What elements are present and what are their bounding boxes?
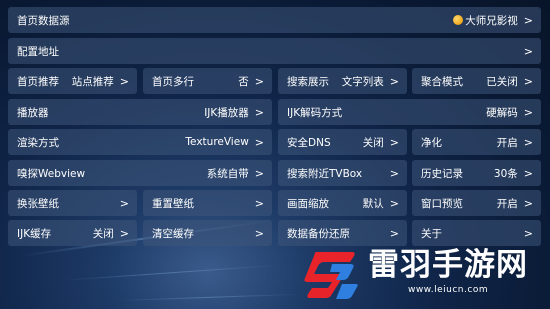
chevron-right-icon: > — [523, 105, 533, 119]
settings-row-2: 配置地址 > — [8, 38, 541, 64]
picture-scale-setting[interactable]: 画面缩放 默认 > — [278, 190, 407, 216]
picture-scale-value: 默认 — [362, 197, 384, 210]
secure-dns-label: 安全DNS — [287, 136, 331, 149]
chevron-right-icon: > — [523, 166, 533, 180]
secure-dns-setting[interactable]: 安全DNS 关闭 > — [278, 129, 407, 155]
history-value: 30条 — [493, 167, 518, 180]
watermark-title: 雷羽手游网 — [368, 247, 528, 283]
reset-wallpaper-label: 重置壁纸 — [152, 197, 194, 210]
about-setting[interactable]: 关于 > — [412, 220, 541, 246]
chevron-right-icon: > — [523, 13, 533, 27]
purify-label: 净化 — [421, 136, 442, 149]
sniff-webview-label: 嗅探Webview — [17, 167, 86, 180]
settings-row-6: 嗅探Webview 系统自带 > 搜索附近TVBox > 历史记录 30条 > — [8, 160, 541, 186]
search-nearby-tvbox-setting[interactable]: 搜索附近TVBox > — [278, 160, 407, 186]
settings-row-8: IJK缓存 关闭 > 清空缓存 > 数据备份还原 > 关于 > — [8, 220, 541, 246]
change-wallpaper-setting[interactable]: 换张壁纸 > — [8, 190, 137, 216]
chevron-right-icon: > — [254, 166, 264, 180]
clear-cache-label: 清空缓存 — [152, 227, 194, 240]
render-mode-label: 渲染方式 — [17, 136, 59, 149]
sniff-webview-value: 系统自带 — [206, 167, 249, 180]
aggregate-mode-label: 聚合模式 — [421, 75, 463, 88]
window-preview-label: 窗口预览 — [421, 197, 463, 210]
search-nearby-tvbox-label: 搜索附近TVBox — [287, 167, 363, 180]
watermark-url: www.leiucn.com — [408, 285, 489, 295]
chevron-right-icon: > — [389, 226, 399, 240]
sniff-webview-setting[interactable]: 嗅探Webview 系统自带 > — [8, 160, 272, 186]
backup-restore-label: 数据备份还原 — [287, 227, 350, 240]
chevron-right-icon: > — [254, 226, 264, 240]
home-recommend-value: 站点推荐 — [71, 75, 114, 88]
ijk-cache-value: 关闭 — [92, 227, 114, 240]
config-url-setting[interactable]: 配置地址 > — [8, 38, 541, 64]
chevron-right-icon: > — [523, 226, 533, 240]
secure-dns-value: 关闭 — [362, 136, 384, 149]
window-preview-value: 开启 — [496, 197, 518, 210]
player-setting[interactable]: 播放器 IJK播放器 > — [8, 99, 272, 125]
background-streak — [119, 293, 300, 301]
purify-value: 开启 — [496, 136, 518, 149]
purify-setting[interactable]: 净化 开启 > — [412, 129, 541, 155]
chevron-right-icon: > — [523, 44, 533, 58]
home-multirow-label: 首页多行 — [152, 75, 194, 88]
render-mode-setting[interactable]: 渲染方式 TextureView > — [8, 129, 272, 155]
chevron-right-icon: > — [523, 135, 533, 149]
about-label: 关于 — [421, 227, 442, 240]
watermark: 雷羽手游网 www.leiucn.com — [300, 244, 545, 304]
settings-row-3: 首页推荐 站点推荐 > 首页多行 否 > 搜索展示 文字列表 > 聚合模式 已关… — [8, 68, 541, 94]
chevron-right-icon: > — [389, 196, 399, 210]
home-multirow-value: 否 — [238, 75, 249, 88]
ijk-cache-setting[interactable]: IJK缓存 关闭 > — [8, 220, 137, 246]
settings-row-4: 播放器 IJK播放器 > IJK解码方式 硬解码 > — [8, 99, 541, 125]
render-mode-value: TextureView — [185, 136, 249, 148]
chevron-right-icon: > — [119, 196, 129, 210]
chevron-right-icon: > — [389, 135, 399, 149]
change-wallpaper-label: 换张壁纸 — [17, 197, 59, 210]
ijk-cache-label: IJK缓存 — [17, 227, 52, 240]
home-source-label: 首页数据源 — [17, 14, 70, 27]
settings-row-1: 首页数据源 大师兄影视 > — [8, 7, 541, 33]
settings-row-7: 换张壁纸 > 重置壁纸 > 画面缩放 默认 > 窗口预览 开启 > — [8, 190, 541, 216]
aggregate-mode-value: 已关闭 — [486, 75, 518, 88]
search-display-label: 搜索展示 — [287, 75, 329, 88]
home-recommend-label: 首页推荐 — [17, 75, 59, 88]
window-preview-setting[interactable]: 窗口预览 开启 > — [412, 190, 541, 216]
player-label: 播放器 — [17, 106, 49, 119]
chevron-right-icon: > — [254, 196, 264, 210]
history-label: 历史记录 — [421, 167, 463, 180]
aggregate-mode-setting[interactable]: 聚合模式 已关闭 > — [412, 68, 541, 94]
settings-row-5: 渲染方式 TextureView > 安全DNS 关闭 > 净化 开启 > — [8, 129, 541, 155]
chevron-right-icon: > — [389, 74, 399, 88]
chevron-right-icon: > — [523, 196, 533, 210]
ijk-decode-setting[interactable]: IJK解码方式 硬解码 > — [278, 99, 541, 125]
home-multirow-setting[interactable]: 首页多行 否 > — [143, 68, 272, 94]
history-setting[interactable]: 历史记录 30条 > — [412, 160, 541, 186]
leiyu-logo-icon — [304, 252, 358, 299]
chevron-right-icon: > — [254, 74, 264, 88]
reset-wallpaper-setting[interactable]: 重置壁纸 > — [143, 190, 272, 216]
source-avatar-icon — [453, 15, 464, 25]
home-source-setting[interactable]: 首页数据源 大师兄影视 > — [8, 7, 541, 33]
player-value: IJK播放器 — [204, 106, 249, 119]
chevron-right-icon: > — [523, 74, 533, 88]
chevron-right-icon: > — [119, 226, 129, 240]
chevron-right-icon: > — [254, 105, 264, 119]
home-source-value: 大师兄影视 — [465, 14, 518, 27]
clear-cache-setting[interactable]: 清空缓存 > — [143, 220, 272, 246]
search-display-setting[interactable]: 搜索展示 文字列表 > — [278, 68, 407, 94]
picture-scale-label: 画面缩放 — [287, 197, 329, 210]
chevron-right-icon: > — [254, 135, 264, 149]
config-url-label: 配置地址 — [17, 45, 59, 58]
backup-restore-setting[interactable]: 数据备份还原 > — [278, 220, 407, 246]
home-recommend-setting[interactable]: 首页推荐 站点推荐 > — [8, 68, 137, 94]
chevron-right-icon: > — [389, 166, 399, 180]
background-streak — [59, 264, 280, 281]
search-display-value: 文字列表 — [341, 75, 384, 88]
ijk-decode-value: 硬解码 — [486, 106, 518, 119]
ijk-decode-label: IJK解码方式 — [287, 106, 343, 119]
chevron-right-icon: > — [119, 74, 129, 88]
